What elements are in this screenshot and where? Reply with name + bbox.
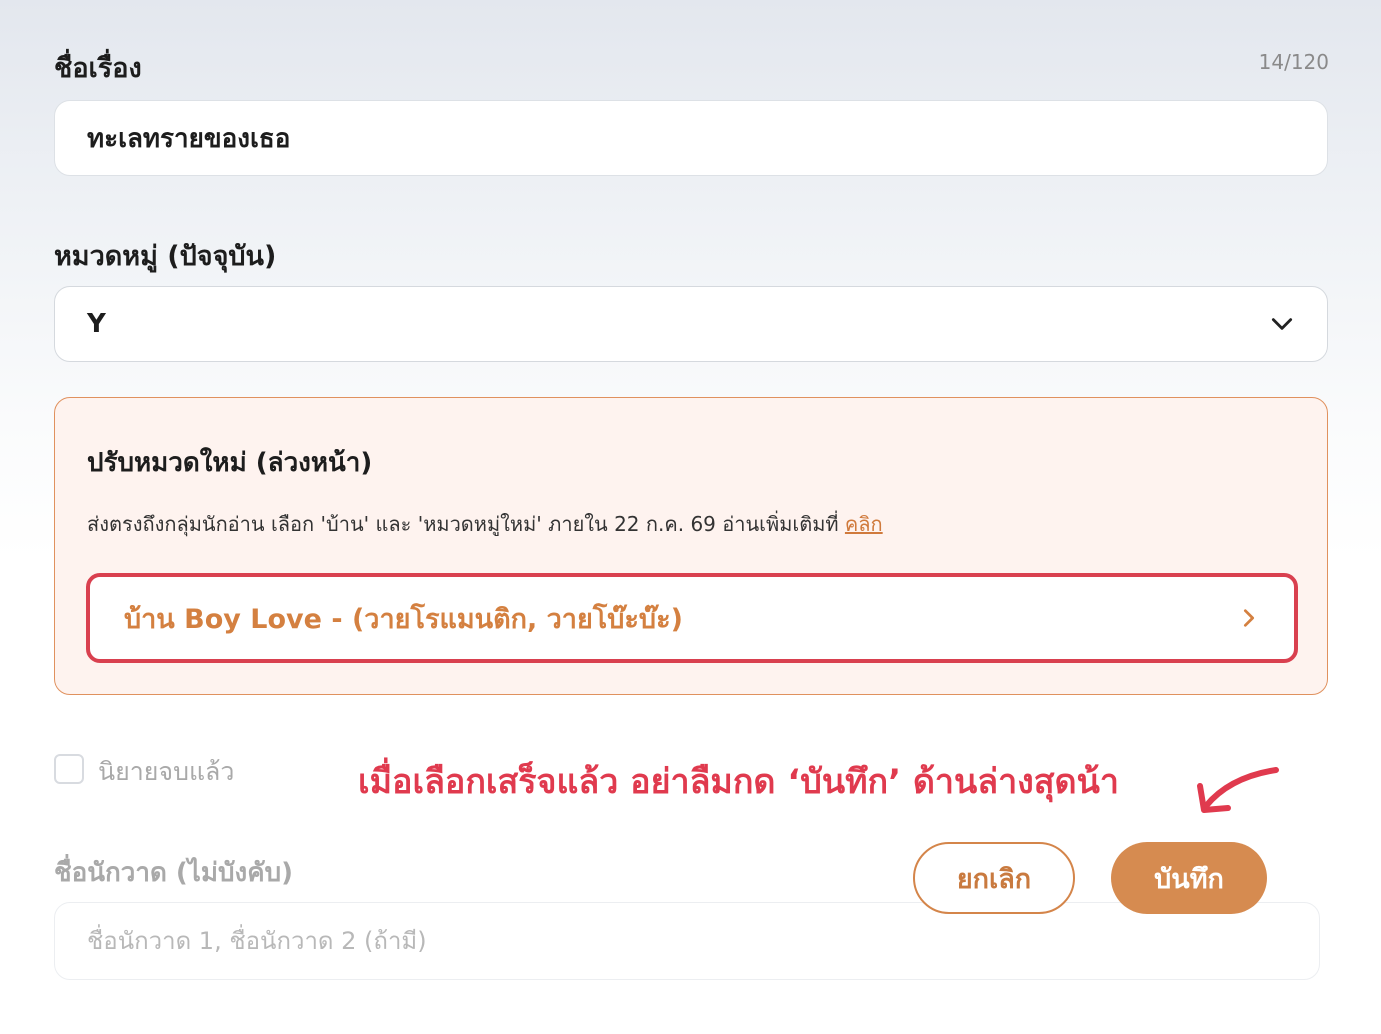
category-label: หมวดหมู่ (ปัจจุบัน) <box>54 241 277 272</box>
artist-input[interactable] <box>54 902 1320 980</box>
save-button[interactable]: บันทึก <box>1111 842 1267 914</box>
house-select-option[interactable]: บ้าน Boy Love - (วายโรแมนติก, วายโบ๊ะบ๊ะ… <box>86 573 1298 663</box>
notice-description: ส่งตรงถึงกลุ่มนักอ่าน เลือก 'บ้าน' และ '… <box>87 508 883 540</box>
artist-label: ชื่อนักวาด (ไม่บังคับ) <box>54 858 293 888</box>
notice-title: ปรับหมวดใหม่ (ล่วงหน้า) <box>87 448 373 478</box>
save-reminder-hint: เมื่อเลือกเสร็จแล้ว อย่าลืมกด ‘บันทึก’ ด… <box>358 762 1119 802</box>
finished-checkbox-label: นิยายจบแล้ว <box>98 757 235 786</box>
curved-arrow-icon <box>1197 767 1279 813</box>
finished-checkbox[interactable] <box>54 754 84 784</box>
category-select[interactable]: Y <box>54 286 1328 362</box>
category-update-notice: ปรับหมวดใหม่ (ล่วงหน้า) ส่งตรงถึงกลุ่มนั… <box>54 397 1328 695</box>
notice-description-text: ส่งตรงถึงกลุ่มนักอ่าน เลือก 'บ้าน' และ '… <box>87 512 845 536</box>
title-char-count: 14/120 <box>1258 50 1329 74</box>
title-input[interactable]: ทะเลทรายของเธอ <box>54 100 1328 176</box>
cancel-button[interactable]: ยกเลิก <box>913 842 1075 914</box>
category-selected-value: Y <box>87 309 106 339</box>
title-label: ชื่อเรื่อง <box>54 53 142 84</box>
house-option-label: บ้าน Boy Love - (วายโรแมนติก, วายโบ๊ะบ๊ะ… <box>124 603 683 635</box>
chevron-down-icon <box>1271 318 1293 330</box>
title-input-value: ทะเลทรายของเธอ <box>87 123 291 154</box>
chevron-right-icon <box>1243 609 1255 627</box>
notice-read-more-link[interactable]: คลิก <box>845 512 883 536</box>
